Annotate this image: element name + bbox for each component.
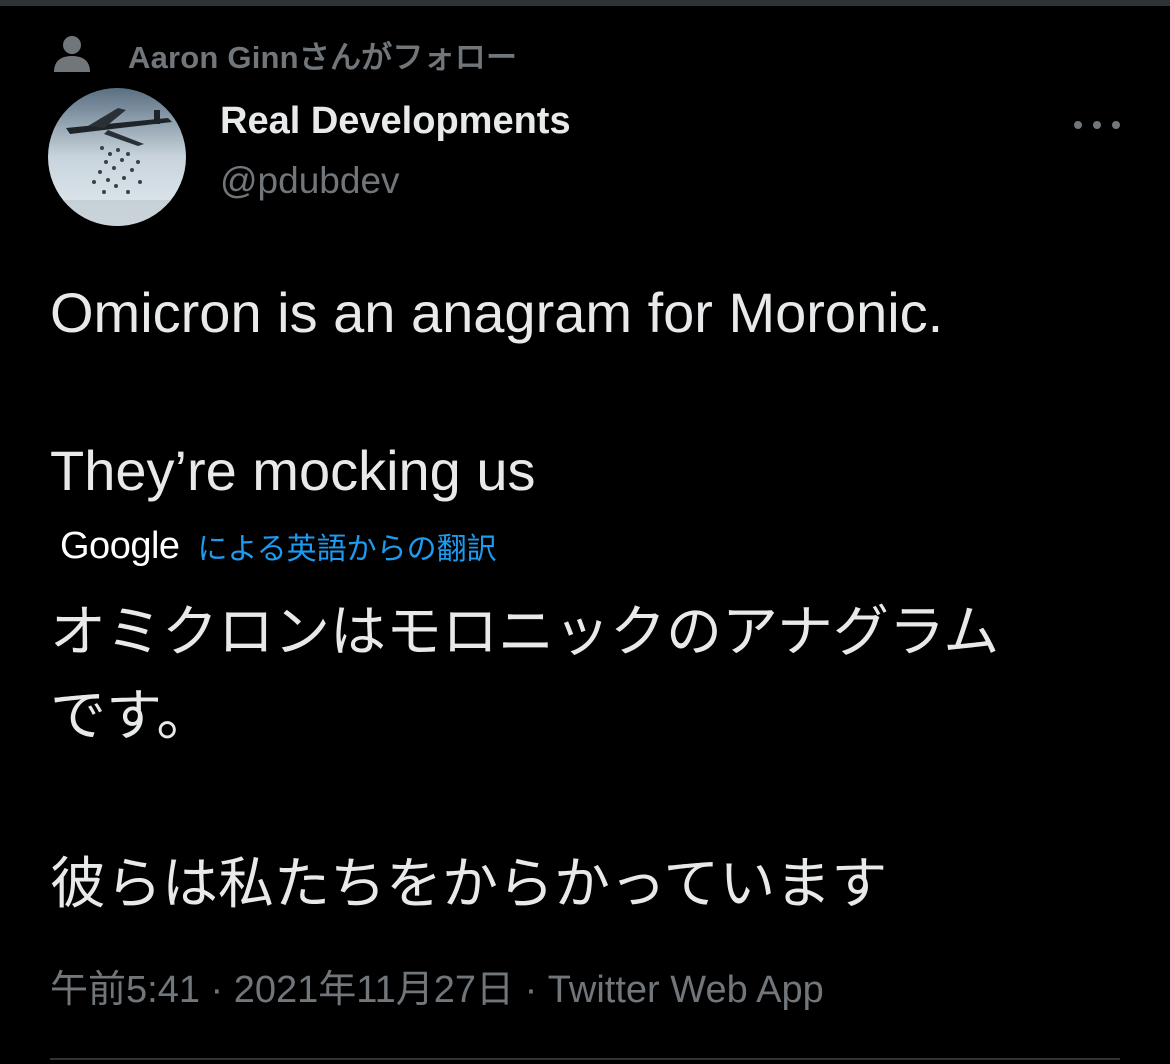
more-button[interactable]	[1074, 110, 1120, 140]
social-context-text: Aaron Ginnさんがフォロー	[128, 39, 518, 75]
translated-text-line: オミクロンはモロニックのアナグラム	[50, 600, 1000, 663]
tweet-source[interactable]: Twitter Web App	[548, 969, 824, 1011]
more-horizontal-icon	[1093, 121, 1101, 129]
translated-text-line: です。	[50, 684, 213, 747]
avatar[interactable]	[48, 88, 186, 226]
meta-separator: ·	[199, 969, 234, 1011]
more-horizontal-icon	[1074, 121, 1082, 129]
social-context[interactable]: Aaron Ginnさんがフォロー	[52, 34, 518, 75]
more-horizontal-icon	[1112, 121, 1120, 129]
translation-attribution: Google による英語からの翻訳	[60, 524, 497, 568]
tweet-time[interactable]: 午前5:41	[50, 969, 200, 1011]
translated-text: オミクロンはモロニックのアナグラム です。 彼らは私たちをからかっています	[50, 590, 1130, 926]
meta-separator: ·	[514, 969, 548, 1011]
translation-source-link[interactable]: による英語からの翻訳	[198, 524, 497, 568]
avatar-image	[48, 88, 186, 226]
author-display-name[interactable]: Real Developments	[220, 100, 571, 143]
author-handle[interactable]: @pdubdev	[220, 160, 400, 202]
tweet-text: Omicron is an anagram for Moronic. They’…	[50, 276, 1130, 508]
tweet-metadata: 午前5:41 · 2021年11月27日 · Twitter Web App	[50, 958, 824, 1013]
top-divider	[0, 0, 1170, 6]
google-logo: Google	[60, 524, 180, 567]
person-icon	[54, 36, 90, 72]
bottom-divider	[50, 1058, 1120, 1060]
translated-text-line: 彼らは私たちをからかっています	[50, 852, 888, 915]
tweet-text-line: They’re mocking us	[50, 439, 536, 502]
tweet-text-line: Omicron is an anagram for Moronic.	[50, 281, 944, 344]
tweet-date[interactable]: 2021年11月27日	[234, 969, 514, 1011]
